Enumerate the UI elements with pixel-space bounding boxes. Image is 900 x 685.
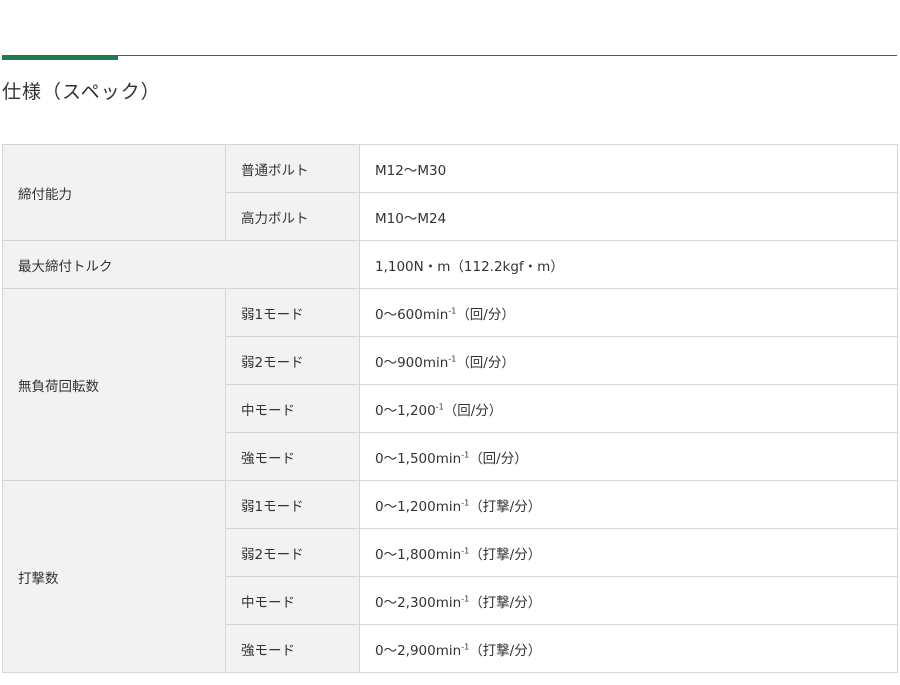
spec-value: 1,100N・m（112.2kgf・m） <box>359 240 898 289</box>
table-row: 最大締付トルク 1,100N・m（112.2kgf・m） <box>2 240 898 289</box>
value-unit: （回/分） <box>469 450 528 467</box>
spec-label-fastening: 締付能力 <box>2 144 226 241</box>
table-row: 締付能力 普通ボルト M12〜M30 <box>2 144 898 241</box>
value-exponent: -1 <box>461 450 470 459</box>
value-unit: （打撃/分） <box>469 498 542 515</box>
value-text: 0〜900min <box>375 354 449 371</box>
spec-sublabel: 普通ボルト <box>225 144 360 193</box>
spec-value: 0〜600min-1（回/分） <box>359 288 898 337</box>
value-unit: （回/分） <box>456 354 515 371</box>
value-text: 0〜600min <box>375 306 449 323</box>
spec-sublabel: 中モード <box>225 384 360 433</box>
spec-sublabel: 高力ボルト <box>225 192 360 241</box>
spec-value: 0〜1,200-1（回/分） <box>359 384 898 433</box>
value-text: 0〜1,200min <box>375 498 462 515</box>
spec-sublabel: 中モード <box>225 576 360 625</box>
spec-sublabel: 弱2モード <box>225 528 360 577</box>
spec-value: 0〜2,900min-1（打撃/分） <box>359 624 898 673</box>
spec-sublabel: 弱2モード <box>225 336 360 385</box>
spec-value: 0〜1,500min-1（回/分） <box>359 432 898 481</box>
value-exponent: -1 <box>435 402 444 411</box>
spec-sublabel: 弱1モード <box>225 288 360 337</box>
table-row: 無負荷回転数 弱1モード 0〜600min-1（回/分） <box>2 288 898 481</box>
table-row: 打撃数 弱1モード 0〜1,200min-1（打撃/分） <box>2 480 898 673</box>
spec-value: M12〜M30 <box>359 144 898 193</box>
value-exponent: -1 <box>461 594 470 603</box>
value-text: 0〜1,500min <box>375 450 462 467</box>
spec-sublabel: 弱1モード <box>225 480 360 529</box>
spec-table: 締付能力 普通ボルト M12〜M30 高力ボルト M10〜M24 最大締付トルク… <box>2 144 898 673</box>
value-exponent: -1 <box>461 498 470 507</box>
spec-label-max-torque: 最大締付トルク <box>2 240 360 289</box>
spec-sublabel: 強モード <box>225 432 360 481</box>
spec-sublabel: 強モード <box>225 624 360 673</box>
section-divider <box>2 55 897 56</box>
value-exponent: -1 <box>461 642 470 651</box>
spec-value: 0〜2,300min-1（打撃/分） <box>359 576 898 625</box>
value-exponent: -1 <box>461 546 470 555</box>
value-text: 0〜1,800min <box>375 546 462 563</box>
spec-label-impact-rate: 打撃数 <box>2 480 226 673</box>
spec-value: M10〜M24 <box>359 192 898 241</box>
page-title: 仕様（スペック） <box>2 81 161 103</box>
value-unit: （打撃/分） <box>469 546 542 563</box>
value-text: 0〜2,900min <box>375 642 462 659</box>
value-text: 0〜2,300min <box>375 594 462 611</box>
spec-value: 0〜900min-1（回/分） <box>359 336 898 385</box>
spec-value: 0〜1,200min-1（打撃/分） <box>359 480 898 529</box>
value-unit: （回/分） <box>443 402 503 419</box>
value-unit: （打撃/分） <box>469 594 542 611</box>
section-divider-accent <box>2 55 118 60</box>
spec-value: 0〜1,800min-1（打撃/分） <box>359 528 898 577</box>
value-unit: （回/分） <box>456 306 515 323</box>
spec-label-no-load-speed: 無負荷回転数 <box>2 288 226 481</box>
value-unit: （打撃/分） <box>469 642 542 659</box>
value-text: 0〜1,200 <box>375 402 436 419</box>
